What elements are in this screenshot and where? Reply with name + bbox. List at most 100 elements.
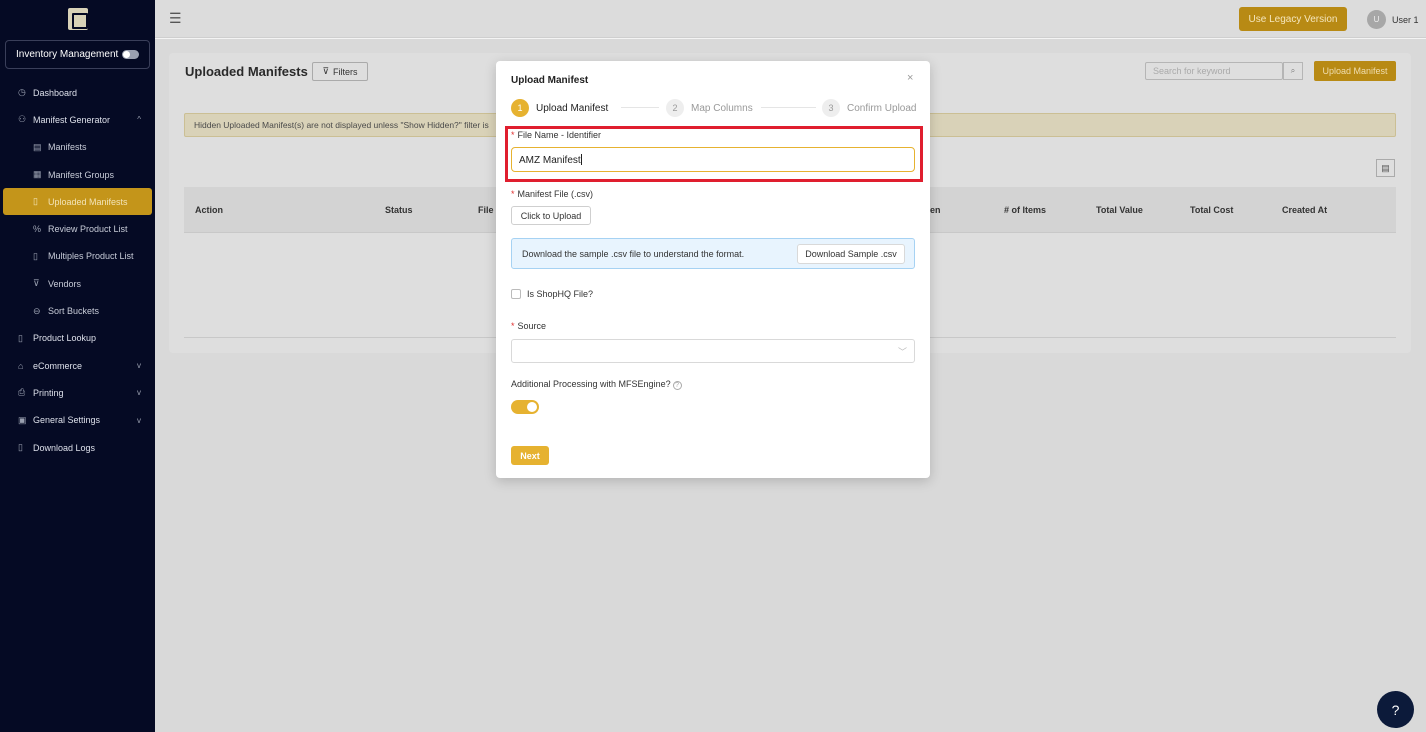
column-header[interactable]: Action	[195, 205, 223, 215]
modal-title: Upload Manifest	[511, 75, 589, 86]
next-button[interactable]: Next	[511, 446, 549, 465]
menu-collapse-icon[interactable]: ☰	[169, 10, 182, 27]
step-number: 2	[666, 99, 684, 117]
column-header[interactable]: Total Value	[1096, 205, 1143, 215]
sidebar-item-label: Manifest Groups	[48, 169, 115, 180]
sidebar-item-label: Download Logs	[33, 442, 96, 453]
sidebar-item-multiples-product-list[interactable]: ▯ Multiples Product List	[0, 243, 155, 270]
step-label: Upload Manifest	[536, 102, 609, 114]
sidebar-item-label: Dashboard	[33, 87, 78, 98]
sidebar-item-label: Sort Buckets	[48, 306, 100, 317]
toggle-switch-icon[interactable]	[122, 50, 139, 59]
processing-label: Additional Processing with MFSEngine??	[511, 379, 682, 390]
sample-info-box: Download the sample .csv file to underst…	[511, 238, 915, 269]
close-icon[interactable]: ×	[907, 72, 913, 84]
file-icon: ▯	[18, 332, 23, 343]
sidebar-item-dashboard[interactable]: ◷ Dashboard	[0, 79, 155, 106]
percent-icon: %	[33, 224, 42, 235]
search-icon[interactable]: ⌕	[1283, 62, 1303, 80]
sidebar-item-label: Multiples Product List	[48, 251, 134, 262]
app-logo[interactable]	[0, 0, 155, 38]
file-name-label: * File Name - Identifier	[511, 130, 601, 140]
question-icon[interactable]: ?	[672, 381, 682, 390]
bucket-icon: ⊖	[33, 305, 41, 316]
shop-icon: ⌂	[18, 360, 24, 371]
column-header[interactable]: # of Items	[1004, 205, 1046, 215]
inventory-management-toggle[interactable]: Inventory Management	[5, 40, 150, 69]
label-text: Manifest File (.csv)	[517, 189, 594, 199]
sidebar-item-general-settings[interactable]: ▣ General Settings v	[0, 407, 155, 434]
sidebar-nav: ◷ Dashboard ⚇ Manifest Generator ^ ▤ Man…	[0, 79, 155, 461]
shophq-checkbox-row[interactable]: Is ShopHQ File?	[511, 289, 593, 299]
sidebar-item-label: General Settings	[33, 415, 101, 426]
step-label: Map Columns	[691, 102, 753, 114]
sidebar: Inventory Management ◷ Dashboard ⚇ Manif…	[0, 0, 155, 732]
settings-icon: ▣	[18, 414, 27, 425]
sidebar-item-manifest-groups[interactable]: ▦ Manifest Groups	[0, 161, 155, 188]
text-caret	[580, 154, 582, 165]
download-sample-button[interactable]: Download Sample .csv	[797, 244, 905, 264]
sidebar-item-label: Manifests	[48, 142, 87, 153]
click-to-upload-button[interactable]: Click to Upload	[511, 206, 591, 225]
user-name: User 1	[1392, 14, 1419, 25]
help-button[interactable]: ?	[1377, 691, 1414, 728]
file-icon: ▯	[33, 250, 38, 261]
step-number: 1	[511, 99, 529, 117]
sidebar-item-product-lookup[interactable]: ▯ Product Lookup	[0, 325, 155, 352]
sidebar-item-uploaded-manifests[interactable]: ▯ Uploaded Manifests	[3, 188, 152, 216]
input-value: AMZ Manifest	[519, 155, 581, 166]
step-map-columns: 2 Map Columns	[666, 99, 753, 117]
sidebar-item-review-product-list[interactable]: % Review Product List	[0, 215, 155, 242]
group-icon: ▦	[33, 169, 42, 180]
sidebar-item-sort-buckets[interactable]: ⊖ Sort Buckets	[0, 297, 155, 324]
chevron-down-icon: v	[137, 361, 141, 371]
manifest-icon: ▤	[33, 141, 42, 152]
user-menu[interactable]: U User 1	[1367, 10, 1419, 29]
source-select[interactable]: ﹀	[511, 339, 915, 363]
file-icon: ▯	[18, 442, 23, 452]
sidebar-item-label: eCommerce	[33, 360, 83, 371]
manifest-file-label: * Manifest File (.csv)	[511, 189, 593, 199]
column-header[interactable]: Total Cost	[1190, 205, 1233, 215]
sidebar-item-label: Manifest Generator	[33, 114, 111, 125]
sidebar-item-download-logs[interactable]: ▯ Download Logs	[0, 434, 155, 461]
logo-icon	[67, 8, 88, 30]
column-settings-icon[interactable]: ▤	[1376, 159, 1395, 177]
step-number: 3	[822, 99, 840, 117]
upload-manifest-modal: Upload Manifest × 1 Upload Manifest 2 Ma…	[496, 61, 930, 478]
required-marker: *	[511, 189, 515, 199]
chevron-down-icon: ﹀	[897, 347, 907, 357]
label-text: Source	[517, 321, 547, 331]
file-name-input[interactable]: AMZ Manifest	[511, 147, 915, 172]
page-title: Uploaded Manifests	[185, 64, 308, 79]
sidebar-item-label: Uploaded Manifests	[48, 196, 128, 207]
sidebar-item-label: Vendors	[48, 278, 82, 289]
topbar: ☰ Use Legacy Version U User 1	[155, 0, 1426, 38]
chevron-up-icon: ^	[137, 115, 141, 125]
file-icon: ▯	[33, 196, 38, 207]
sidebar-item-ecommerce[interactable]: ⌂ eCommerce v	[0, 352, 155, 379]
use-legacy-version-button[interactable]: Use Legacy Version	[1239, 7, 1347, 31]
filters-label: Filters	[333, 66, 358, 77]
required-marker: *	[511, 130, 515, 140]
sidebar-item-label: Product Lookup	[33, 333, 97, 344]
shophq-checkbox[interactable]	[511, 289, 521, 299]
column-header[interactable]: File	[478, 205, 494, 215]
search-input[interactable]: Search for keyword	[1145, 62, 1283, 80]
column-header[interactable]: Status	[385, 205, 413, 215]
column-header[interactable]: Created At	[1282, 205, 1327, 215]
cart-icon: ⊽	[33, 278, 40, 289]
filters-button[interactable]: ⊽ Filters	[312, 62, 368, 81]
sidebar-item-vendors[interactable]: ⊽ Vendors	[0, 270, 155, 297]
mfsengine-toggle[interactable]	[511, 400, 539, 414]
label-text: File Name - Identifier	[517, 130, 602, 140]
sidebar-item-printing[interactable]: ⎙ Printing v	[0, 379, 155, 406]
sidebar-item-label: Printing	[33, 387, 64, 398]
sidebar-item-manifest-generator[interactable]: ⚇ Manifest Generator ^	[0, 106, 155, 133]
upload-manifest-button[interactable]: Upload Manifest	[1314, 61, 1396, 81]
shophq-label: Is ShopHQ File?	[527, 289, 594, 299]
sidebar-item-manifests[interactable]: ▤ Manifests	[0, 134, 155, 161]
column-header[interactable]: en	[930, 205, 941, 215]
dashboard-icon: ◷	[18, 87, 26, 98]
required-marker: *	[511, 321, 515, 331]
